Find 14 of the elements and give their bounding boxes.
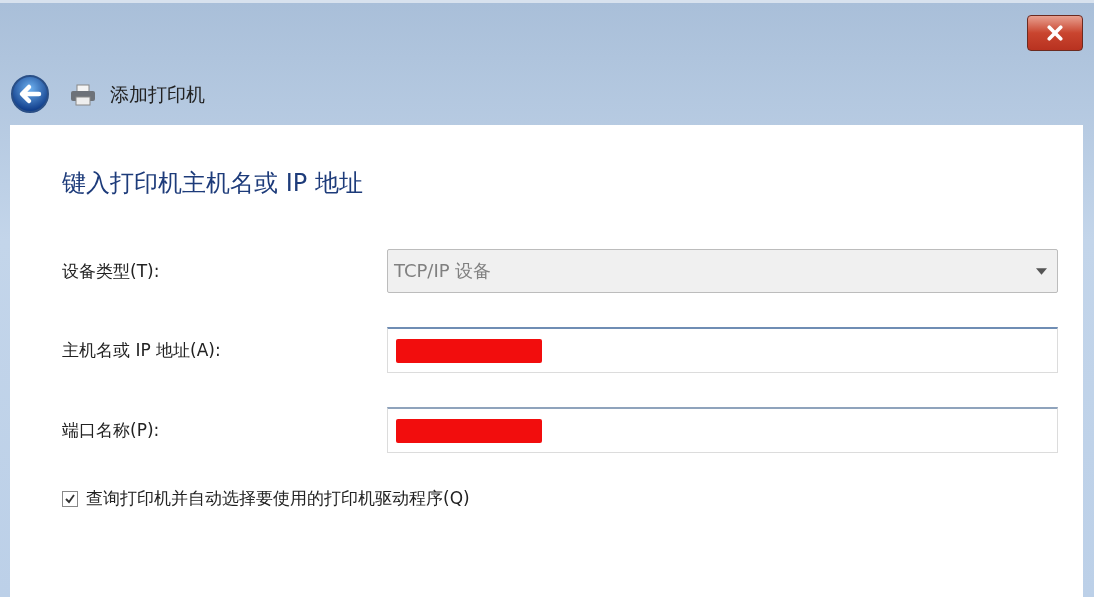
field-label: 主机名或 IP 地址(A):	[62, 338, 222, 362]
caret-icon	[1036, 267, 1047, 275]
checkbox[interactable]	[62, 490, 78, 507]
input-field[interactable]	[387, 407, 1058, 453]
back-button[interactable]	[10, 74, 52, 116]
checkbox-label: 查询打印机并自动选择要使用的打印机驱动程序(Q)	[86, 487, 470, 510]
window-title: 添加打印机	[110, 82, 205, 107]
close-button[interactable]	[1027, 15, 1083, 51]
input-field[interactable]	[387, 327, 1058, 373]
field-label: 端口名称(P):	[62, 418, 161, 442]
page-heading: 键入打印机主机名或 IP 地址	[62, 168, 364, 199]
field-label: 设备类型(T):	[62, 259, 161, 283]
close-icon	[1047, 25, 1063, 41]
printer-icon	[70, 84, 96, 106]
